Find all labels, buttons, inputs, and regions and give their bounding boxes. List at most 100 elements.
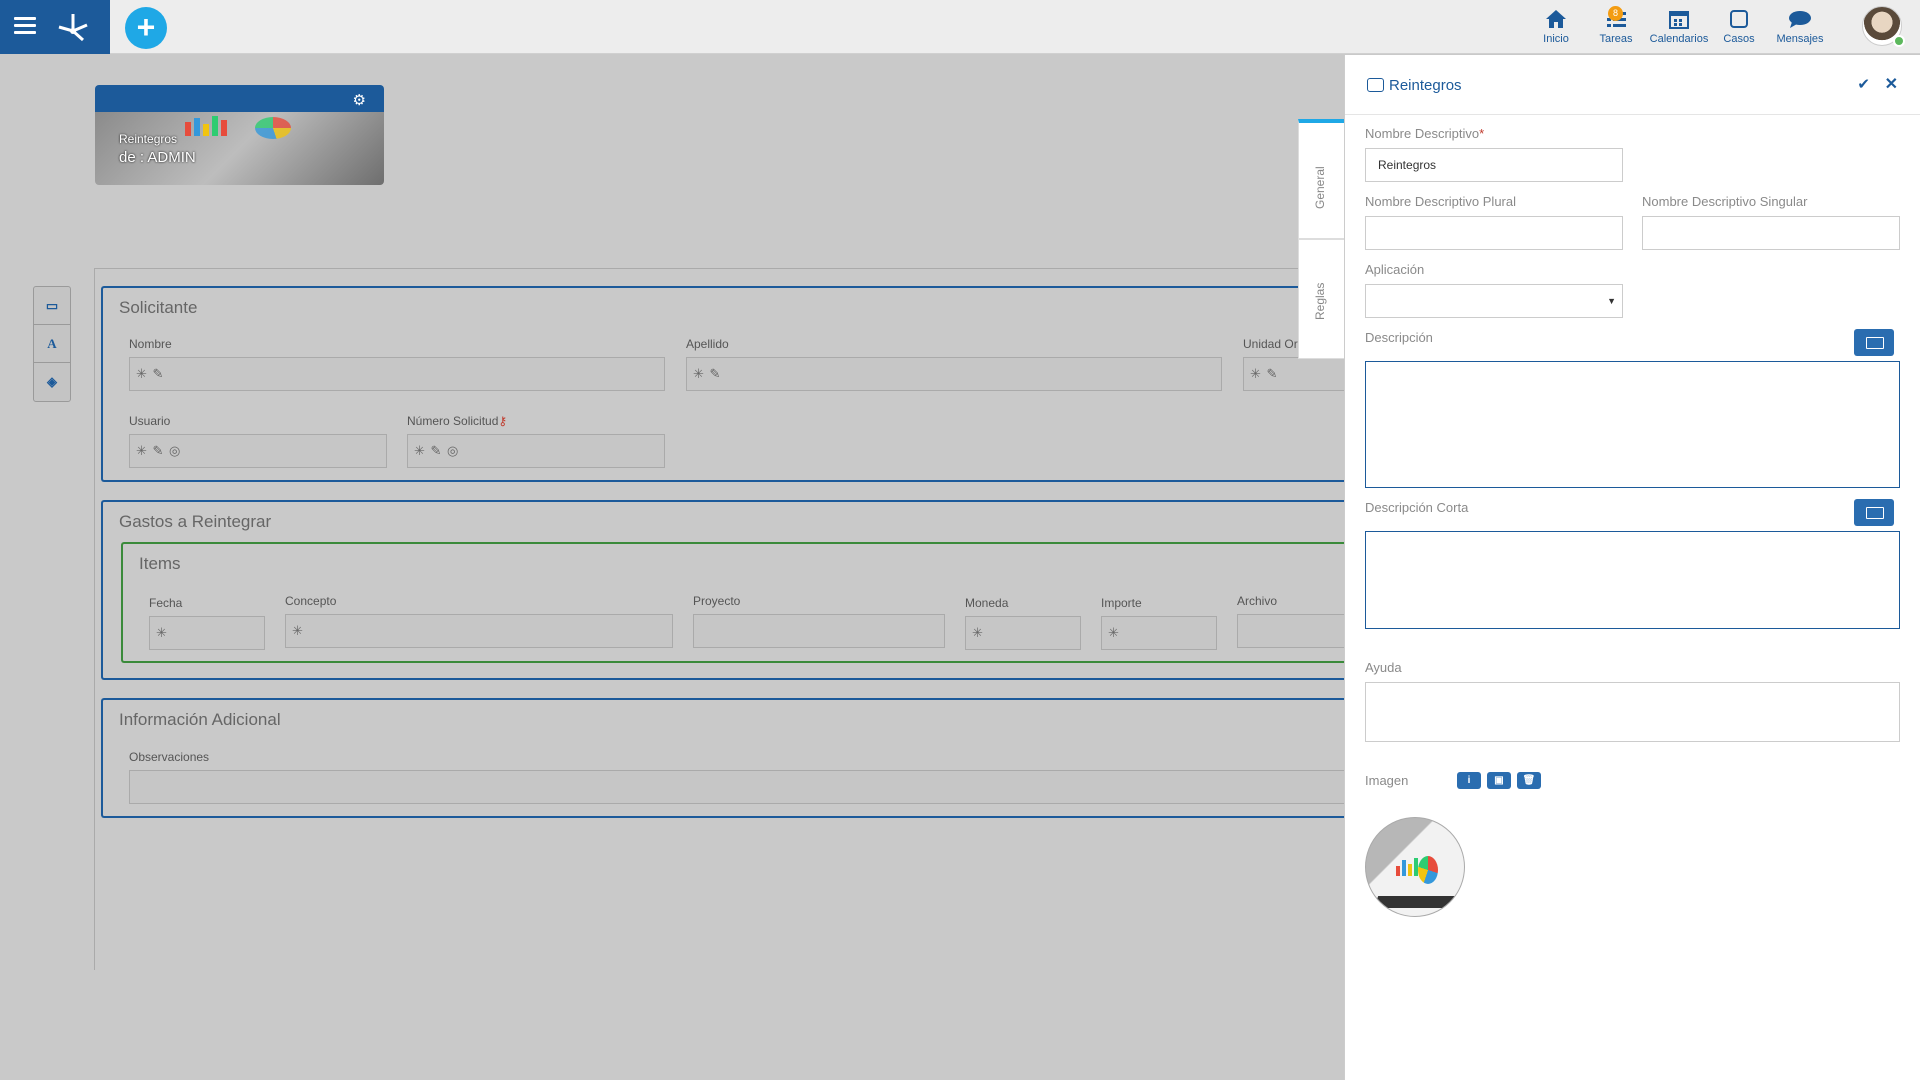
concepto-field[interactable]: ✳ (285, 614, 673, 648)
proyecto-label: Proyecto (693, 594, 741, 608)
descripcion-label: Descripción (1365, 330, 1433, 345)
properties-panel: Reintegros ✔ ✕ Nombre Descriptivo* Reint… (1344, 55, 1920, 1080)
nav-inicio[interactable]: Inicio (1526, 6, 1586, 45)
observaciones-field[interactable] (129, 770, 1353, 804)
section-title: Gastos a Reintegrar (119, 512, 272, 531)
tab-label: General (1313, 166, 1327, 209)
section-informacion-adicional[interactable]: Información Adicional Observaciones (101, 698, 1353, 818)
nombre-label: Nombre (129, 337, 172, 351)
tab-reglas[interactable]: Reglas (1298, 239, 1344, 359)
hamburger-menu-icon[interactable] (14, 17, 36, 35)
observaciones-label: Observaciones (129, 750, 210, 764)
nav-label: Mensajes (1776, 33, 1824, 45)
imagen-label: Imagen (1365, 773, 1409, 788)
nav-calendarios[interactable]: Calendarios (1646, 6, 1712, 45)
nombre-descriptivo-input[interactable]: Reintegros (1365, 148, 1623, 182)
section-gastos[interactable]: Gastos a Reintegrar Items Fecha ✳ Concep… (101, 500, 1363, 680)
card-pie-chart-image (255, 117, 291, 139)
nav-label: Inicio (1543, 33, 1569, 45)
card-bars-image (185, 116, 227, 136)
user-avatar[interactable] (1862, 6, 1905, 47)
messages-icon (1789, 11, 1811, 28)
canvas-left-border (94, 268, 95, 970)
aplicacion-label: Aplicación (1365, 262, 1425, 277)
calendar-icon (1669, 11, 1689, 29)
numero-solicitud-field[interactable]: ✳ ✎ ◎ (407, 434, 665, 468)
descripcion-corta-editor-button[interactable] (1854, 499, 1894, 526)
font-icon[interactable]: A (34, 325, 70, 363)
top-bar: + Inicio 8 Tareas Calendarios Casos Mens… (0, 0, 1920, 54)
nav-mensajes[interactable]: Mensajes (1766, 6, 1834, 45)
fecha-label: Fecha (149, 596, 183, 610)
moneda-label: Moneda (965, 596, 1009, 610)
key-icon: ⚷ (498, 414, 508, 428)
required-mark: * (1479, 126, 1485, 141)
process-image-thumbnail (1365, 817, 1465, 917)
cases-icon (1730, 10, 1748, 28)
moneda-field[interactable]: ✳ (965, 616, 1081, 650)
items-grid[interactable]: Items Fecha ✳ Concepto ✳ Proyecto Moneda… (121, 542, 1363, 663)
card-header: ⚙ (95, 85, 384, 112)
descripcion-editor-button[interactable] (1854, 329, 1894, 356)
usuario-field[interactable]: ✳ ✎ ◎ (129, 434, 387, 468)
card-title: Reintegros (119, 132, 178, 146)
online-status-icon (1893, 35, 1905, 47)
nav-tareas[interactable]: 8 Tareas (1586, 6, 1646, 45)
card-image: Reintegros de : ADMIN (95, 112, 384, 185)
laptop-icon[interactable]: ▭ (34, 287, 70, 325)
unidad-label: Unidad Or (1243, 337, 1298, 351)
nombre-field[interactable]: ✳ ✎ (129, 357, 665, 391)
section-solicitante[interactable]: Solicitante Nombre ✳ ✎ Apellido ✳ ✎ Unid… (101, 286, 1353, 482)
section-title: Información Adicional (119, 710, 281, 729)
plural-label: Nombre Descriptivo Plural (1365, 194, 1516, 209)
section-title: Solicitante (119, 298, 198, 317)
fecha-field[interactable]: ✳ (149, 616, 265, 650)
side-toolbar: ▭ A ◈ (33, 286, 71, 402)
proyecto-field[interactable] (693, 614, 945, 648)
thumbnail-laptop-image (1373, 896, 1459, 908)
panel-title: Reintegros (1389, 77, 1462, 94)
descripcion-textarea[interactable] (1365, 361, 1900, 488)
nav-casos[interactable]: Casos (1712, 6, 1766, 45)
ayuda-label: Ayuda (1365, 660, 1402, 675)
tasks-badge: 8 (1608, 6, 1623, 21)
nombre-descriptivo-label: Nombre Descriptivo* (1365, 126, 1485, 141)
brand-area (0, 0, 110, 54)
concepto-label: Concepto (285, 594, 337, 608)
tab-label: Reglas (1313, 282, 1327, 320)
descripcion-corta-textarea[interactable] (1365, 531, 1900, 629)
panel-header: Reintegros ✔ ✕ (1345, 55, 1920, 115)
nav-label: Casos (1723, 33, 1755, 45)
ayuda-textarea[interactable] (1365, 682, 1900, 742)
archivo-label: Archivo (1237, 594, 1278, 608)
logo-icon[interactable] (56, 11, 90, 43)
plural-input[interactable] (1365, 216, 1623, 250)
top-nav: Inicio 8 Tareas Calendarios Casos Mensaj… (1526, 6, 1834, 45)
thumbnail-bars-image (1396, 858, 1418, 876)
thumbnail-pie-image (1418, 856, 1438, 884)
card-subtitle: de : ADMIN (119, 149, 196, 166)
tab-general[interactable]: General (1298, 119, 1344, 239)
confirm-check-icon[interactable]: ✔ (1857, 75, 1870, 93)
image-upload-icon[interactable]: ▣ (1487, 772, 1511, 789)
nav-label: Calendarios (1649, 33, 1709, 45)
usuario-label: Usuario (129, 414, 171, 428)
info-icon[interactable]: i (1457, 772, 1481, 789)
gear-icon[interactable]: ⚙ (353, 91, 366, 109)
aplicacion-select[interactable]: ▼ (1365, 284, 1623, 318)
singular-input[interactable] (1642, 216, 1900, 250)
cube-icon[interactable]: ◈ (34, 363, 70, 401)
importe-field[interactable]: ✳ (1101, 616, 1217, 650)
add-button[interactable]: + (125, 7, 167, 49)
unidad-field[interactable]: ✳ ✎ (1243, 357, 1353, 391)
numero-solicitud-label: Número Solicitud⚷ (407, 414, 508, 428)
process-card[interactable]: ⚙ Reintegros de : ADMIN (95, 85, 384, 185)
close-icon[interactable]: ✕ (1885, 74, 1898, 94)
trash-icon[interactable]: 🗑 (1517, 772, 1541, 789)
descripcion-corta-label: Descripción Corta (1365, 500, 1469, 515)
nav-label: Tareas (1599, 33, 1633, 45)
apellido-label: Apellido (686, 337, 729, 351)
apellido-field[interactable]: ✳ ✎ (686, 357, 1222, 391)
chevron-down-icon: ▼ (1607, 296, 1616, 306)
canvas-top-border (94, 268, 1344, 269)
